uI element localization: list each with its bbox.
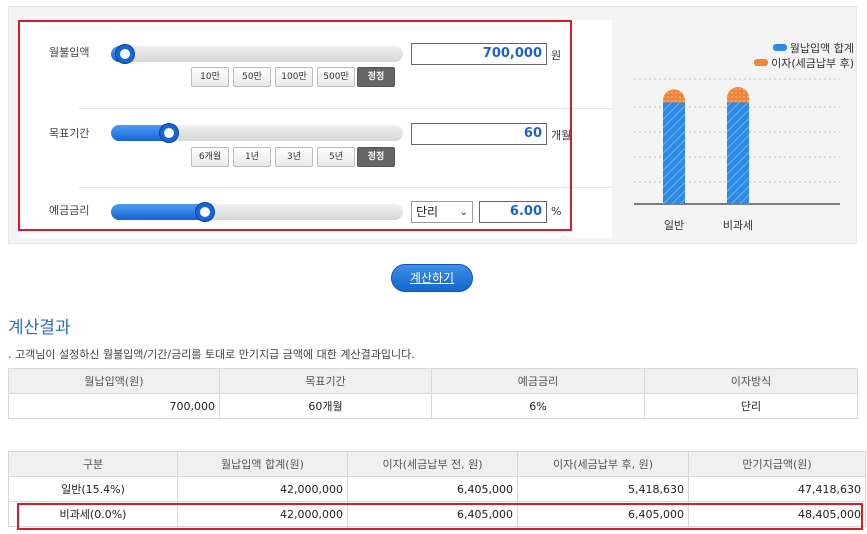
detail-cell: 일반(15.4%): [8, 476, 178, 502]
legend-label: 월납입액 합계: [789, 41, 854, 55]
result-description: . 고객님이 설정하신 월불입액/기간/금리를 토대로 만기지급 금액에 대한 …: [8, 348, 415, 361]
detail-header-cell: 이자(세금납부 전, 원): [347, 451, 518, 477]
calculate-button[interactable]: 계산하기: [391, 264, 473, 292]
detail-header-cell: 이자(세금납부 후, 원): [517, 451, 689, 477]
chart-bar-interest: [727, 87, 749, 103]
chart-legend: 월납입액 합계 이자(세금납부 후): [754, 40, 854, 70]
detail-header-cell: 만기지급액(원): [688, 451, 866, 477]
summary-cell-period: 60개월: [219, 393, 432, 419]
summary-table-header: 월납입액(원) 목표기간 예금금리 이자방식: [8, 368, 858, 394]
chart-area: 일반 비과세 월납입액 합계 이자(세금납부 후): [622, 7, 858, 245]
summary-header-cell: 이자방식: [644, 368, 858, 394]
legend-label: 이자(세금납부 후): [771, 56, 854, 70]
detail-cell: 47,418,630: [688, 476, 866, 502]
chart-bar-deposit: [663, 102, 685, 204]
result-title: 계산결과: [8, 318, 71, 338]
detail-cell: 5,418,630: [517, 476, 689, 502]
summary-cell-interest-type: 단리: [644, 393, 858, 419]
detail-cell: 42,000,000: [177, 476, 348, 502]
legend-item-interest: 이자(세금납부 후): [754, 55, 854, 70]
detail-table-header: 구분 월납입액 합계(원) 이자(세금납부 전, 원) 이자(세금납부 후, 원…: [8, 451, 866, 477]
row-highlight-box: [17, 503, 863, 530]
table-row: 700,000 60개월 6% 단리: [8, 393, 858, 419]
table-row: 일반(15.4%) 42,000,000 6,405,000 5,418,630…: [8, 476, 866, 502]
summary-cell-rate: 6%: [431, 393, 645, 419]
detail-header-cell: 구분: [8, 451, 178, 477]
summary-cell-deposit: 700,000: [8, 393, 220, 419]
detail-header-cell: 월납입액 합계(원): [177, 451, 348, 477]
detail-cell: 6,405,000: [347, 476, 518, 502]
chart-category-label: 일반: [664, 218, 684, 232]
legend-swatch-orange: [754, 59, 769, 66]
legend-swatch-blue: [772, 44, 787, 51]
summary-header-cell: 목표기간: [219, 368, 432, 394]
chart-bar-interest: [663, 89, 685, 103]
summary-header-cell: 월납입액(원): [8, 368, 220, 394]
summary-table: 월납입액(원) 목표기간 예금금리 이자방식 700,000 60개월 6% 단…: [8, 368, 858, 419]
legend-item-deposit: 월납입액 합계: [754, 40, 854, 55]
input-highlight-box: [18, 20, 572, 231]
summary-header-cell: 예금금리: [431, 368, 645, 394]
chart-category-label: 비과세: [723, 219, 753, 232]
chart-bar-deposit: [727, 102, 749, 204]
